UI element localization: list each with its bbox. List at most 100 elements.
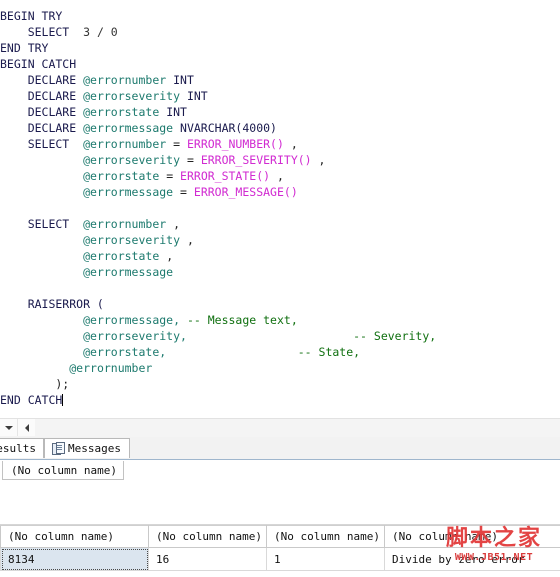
code-token: @errorseverity, — [83, 329, 187, 343]
code-token — [0, 313, 83, 327]
code-token: RAISERROR ( — [0, 297, 104, 311]
chevron-down-icon — [5, 426, 13, 430]
code-token: DECLARE — [0, 73, 83, 87]
results-grid-bottom[interactable]: (No column name) (No column name) (No co… — [0, 524, 560, 577]
code-line: ); — [0, 376, 560, 392]
code-line: @errornumber — [0, 360, 560, 376]
code-token — [0, 265, 83, 279]
results-grid-top[interactable]: (No column name) — [0, 461, 560, 481]
code-token — [0, 185, 83, 199]
code-token — [0, 361, 69, 375]
code-line: @errormessage, -- Message text, — [0, 312, 560, 328]
code-token: ); — [0, 377, 69, 391]
column-header[interactable]: (No column name) — [2, 461, 124, 480]
code-token: BEGIN TRY — [0, 9, 62, 23]
code-token: ERROR_MESSAGE() — [194, 185, 298, 199]
code-token: ERROR_SEVERITY() — [201, 153, 312, 167]
column-header-2[interactable]: (No column name) — [149, 526, 267, 548]
code-line: @errormessage — [0, 264, 560, 280]
code-token: @errormessage — [83, 121, 173, 135]
code-line: @errorseverity, -- Severity, — [0, 328, 560, 344]
code-line — [0, 200, 560, 216]
code-line: SELECT 3 / 0 — [0, 24, 560, 40]
code-line — [0, 280, 560, 296]
triangle-left-icon — [25, 424, 29, 432]
cell-error-number[interactable]: 8134 — [1, 548, 149, 571]
code-token — [0, 249, 83, 263]
code-token: SELECT — [0, 137, 83, 151]
code-token — [187, 329, 353, 343]
code-token — [0, 345, 83, 359]
editor-horizontal-scrollbar[interactable] — [0, 418, 560, 437]
code-token: , — [284, 137, 298, 151]
column-header-4[interactable]: (No column name) — [385, 526, 560, 548]
code-line: END TRY — [0, 40, 560, 56]
code-token: DECLARE — [0, 121, 83, 135]
scroll-down-button[interactable] — [0, 419, 18, 436]
results-table: (No column name) (No column name) (No co… — [0, 525, 560, 571]
code-token: ERROR_STATE() — [180, 169, 270, 183]
scroll-left-button[interactable] — [18, 419, 35, 436]
tab-results-label: esults — [0, 442, 36, 455]
code-token: BEGIN CATCH — [0, 57, 76, 71]
tab-messages[interactable]: Messages — [44, 438, 130, 458]
code-line: DECLARE @errormessage NVARCHAR(4000) — [0, 120, 560, 136]
code-token: INT — [180, 89, 208, 103]
code-token: , — [166, 217, 180, 231]
cell-error-state[interactable]: 1 — [267, 548, 385, 571]
code-token: @errorseverity — [83, 233, 180, 247]
code-token: @errorstate — [83, 169, 159, 183]
code-line: RAISERROR ( — [0, 296, 560, 312]
code-token: -- Message text, — [187, 313, 298, 327]
code-line: SELECT @errornumber , — [0, 216, 560, 232]
code-token: @errorstate, — [83, 345, 166, 359]
grid-sheet-icon — [52, 442, 64, 455]
code-token: , — [312, 153, 326, 167]
code-token: , — [270, 169, 284, 183]
code-token: @errormessage, — [83, 313, 180, 327]
code-token: = — [159, 169, 180, 183]
table-header-row: (No column name) (No column name) (No co… — [1, 526, 560, 548]
code-line: @errorseverity , — [0, 232, 560, 248]
code-token: @errornumber — [83, 73, 166, 87]
code-line: @errormessage = ERROR_MESSAGE() — [0, 184, 560, 200]
code-token: = — [166, 137, 187, 151]
results-tabstrip: esults Messages — [0, 437, 560, 460]
code-token: @errormessage — [83, 185, 173, 199]
code-token: INT — [166, 73, 194, 87]
cell-error-severity[interactable]: 16 — [149, 548, 267, 571]
tab-results[interactable]: esults — [0, 438, 44, 458]
code-line: @errorstate , — [0, 248, 560, 264]
tab-messages-label: Messages — [68, 442, 121, 455]
code-token — [0, 169, 83, 183]
code-token: SELECT — [0, 25, 69, 39]
code-line: @errorstate, -- State, — [0, 344, 560, 360]
code-token: -- State, — [298, 345, 360, 359]
code-token — [0, 153, 83, 167]
cell-error-message[interactable]: Divide by zero error — [385, 548, 560, 571]
code-token: @errornumber — [83, 137, 166, 151]
code-token: @errorstate — [83, 105, 159, 119]
code-line: BEGIN CATCH — [0, 56, 560, 72]
code-token: = — [180, 153, 201, 167]
code-token: @errornumber — [83, 217, 166, 231]
code-token: DECLARE — [0, 89, 83, 103]
code-line: BEGIN TRY — [0, 8, 560, 24]
code-line: SELECT @errornumber = ERROR_NUMBER() , — [0, 136, 560, 152]
code-token: @errornumber — [69, 361, 152, 375]
sql-code-text[interactable]: BEGIN TRY SELECT 3 / 0END TRYBEGIN CATCH… — [0, 8, 560, 408]
table-row[interactable]: 8134 16 1 Divide by zero error — [1, 548, 560, 571]
code-token: END CATCH — [0, 393, 62, 407]
code-token — [180, 313, 187, 327]
code-token: @errorseverity — [83, 89, 180, 103]
code-token: INT — [159, 105, 187, 119]
column-header-1[interactable]: (No column name) — [1, 526, 149, 548]
code-token: , — [159, 249, 173, 263]
code-line: DECLARE @errorseverity INT — [0, 88, 560, 104]
column-header-3[interactable]: (No column name) — [267, 526, 385, 548]
code-token: -- Severity, — [353, 329, 436, 343]
code-token — [166, 345, 298, 359]
code-line: @errorstate = ERROR_STATE() , — [0, 168, 560, 184]
sql-editor-pane[interactable]: BEGIN TRY SELECT 3 / 0END TRYBEGIN CATCH… — [0, 0, 560, 418]
code-token: 3 / 0 — [69, 25, 117, 39]
